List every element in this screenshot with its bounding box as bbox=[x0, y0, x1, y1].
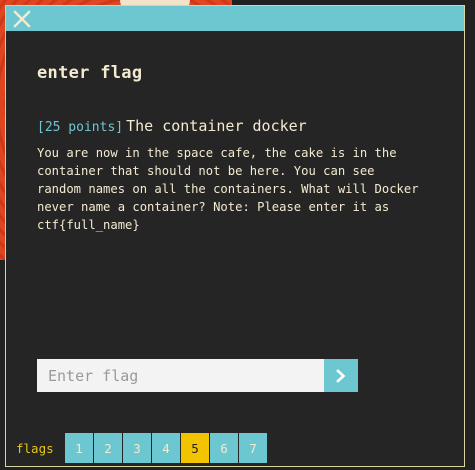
flag-tab-3[interactable]: 3 bbox=[123, 433, 151, 463]
flag-tab-6[interactable]: 6 bbox=[210, 433, 238, 463]
submit-flag-button[interactable] bbox=[324, 359, 358, 392]
close-button[interactable] bbox=[11, 8, 33, 30]
challenge-title: The container docker bbox=[126, 117, 307, 135]
flag-tab-5[interactable]: 5 bbox=[181, 433, 209, 463]
flag-dialog: enter flag [25 points] The container dock… bbox=[5, 5, 465, 467]
flag-tab-7[interactable]: 7 bbox=[239, 433, 267, 463]
challenge-description: You are now in the space cafe, the cake … bbox=[37, 146, 419, 232]
dialog-heading: enter flag bbox=[37, 63, 143, 83]
challenge-header: [25 points] The container docker bbox=[37, 116, 437, 135]
challenge-points: [25 points] bbox=[37, 120, 124, 135]
flag-tab-4[interactable]: 4 bbox=[152, 433, 180, 463]
flag-tab-1[interactable]: 1 bbox=[65, 433, 93, 463]
dialog-titlebar bbox=[6, 6, 464, 31]
close-icon bbox=[13, 10, 31, 28]
chevron-right-icon bbox=[336, 368, 346, 383]
flag-tab-2[interactable]: 2 bbox=[94, 433, 122, 463]
flags-label: flags bbox=[16, 441, 54, 456]
flag-input[interactable] bbox=[37, 359, 324, 392]
flag-tabs: 1234567 bbox=[65, 433, 268, 463]
